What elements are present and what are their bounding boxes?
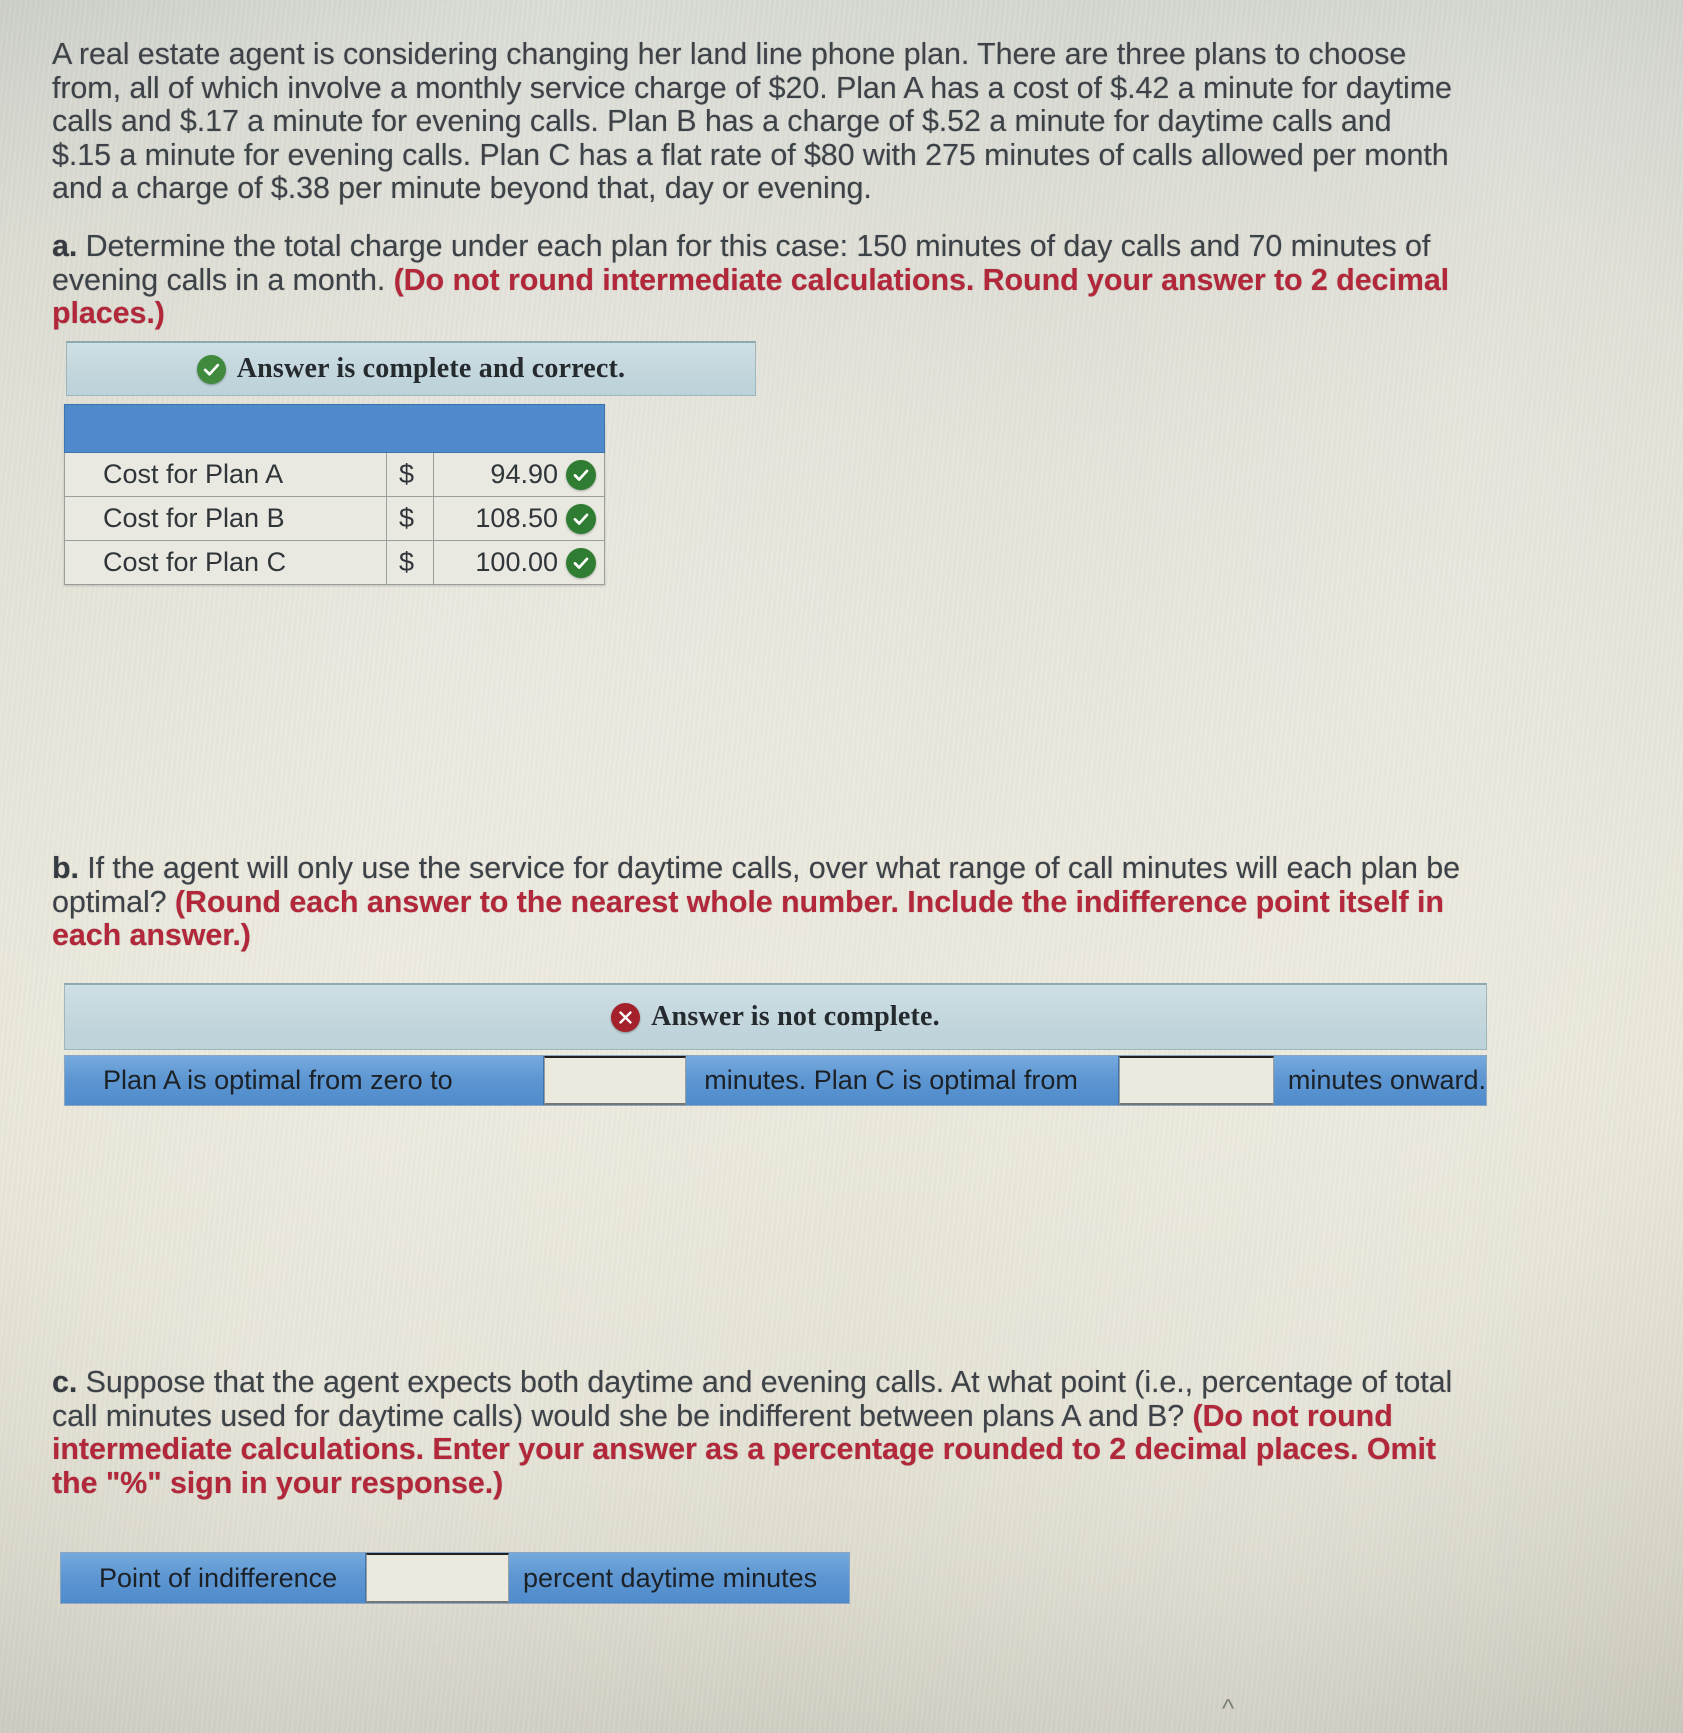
table-row: Cost for Plan C $ 100.00 bbox=[64, 540, 605, 585]
point-of-indifference-label-text: Point of indifference bbox=[99, 1562, 338, 1593]
row-currency-plan-b: $ bbox=[386, 496, 434, 541]
plan-b-cost-value: 108.50 bbox=[475, 503, 558, 533]
row-value-plan-c: 100.00 bbox=[433, 540, 605, 585]
percent-daytime-minutes-label: percent daytime minutes bbox=[509, 1553, 849, 1603]
row-label-plan-a: Cost for Plan A bbox=[64, 452, 387, 497]
part-b-status-banner: Answer is not complete. bbox=[64, 983, 1487, 1050]
table-row: Cost for Plan A $ 94.90 bbox=[64, 452, 605, 497]
part-c-answer-row: Point of indifference percent daytime mi… bbox=[60, 1552, 850, 1604]
row-currency-plan-a: $ bbox=[386, 452, 434, 497]
part-b-question: b. If the agent will only use the servic… bbox=[52, 851, 1472, 953]
percent-daytime-minutes-label-text: percent daytime minutes bbox=[523, 1562, 818, 1593]
correct-check-icon bbox=[566, 547, 596, 578]
plan-a-range-label: Plan A is optimal from zero to bbox=[65, 1056, 545, 1105]
part-b-status-text: Answer is not complete. bbox=[651, 1001, 940, 1032]
part-a-label: a. bbox=[52, 229, 78, 263]
part-a-question: a. Determine the total charge under each… bbox=[52, 229, 1452, 331]
part-a-answer-table: Cost for Plan A $ 94.90 Cost for Plan B … bbox=[64, 404, 605, 585]
table-header-cell bbox=[64, 404, 605, 453]
row-label-plan-c: Cost for Plan C bbox=[64, 540, 387, 585]
check-circle-icon bbox=[196, 354, 226, 384]
point-of-indifference-label: Point of indifference bbox=[61, 1553, 366, 1603]
row-label-plan-b: Cost for Plan B bbox=[64, 496, 387, 541]
part-b-answer-row: Plan A is optimal from zero to minutes. … bbox=[64, 1055, 1487, 1106]
plan-a-upper-bound-input[interactable] bbox=[544, 1056, 687, 1105]
table-row: Cost for Plan B $ 108.50 bbox=[64, 496, 605, 541]
part-b-label: b. bbox=[52, 851, 79, 885]
problem-intro-paragraph: A real estate agent is considering chang… bbox=[52, 37, 1452, 205]
minutes-onward-label: minutes onward. bbox=[1273, 1056, 1486, 1105]
minutes-onward-label-text: minutes onward. bbox=[1287, 1065, 1486, 1095]
plan-c-cost-value: 100.00 bbox=[475, 547, 558, 577]
plan-c-lower-bound-input[interactable] bbox=[1118, 1056, 1274, 1105]
plan-c-range-label-text: minutes. Plan C is optimal from bbox=[704, 1065, 1078, 1095]
table-header-row bbox=[64, 404, 605, 453]
correct-check-icon bbox=[566, 459, 596, 490]
part-c-question: c. Suppose that the agent expects both d… bbox=[52, 1365, 1472, 1500]
plan-c-range-label: minutes. Plan C is optimal from bbox=[686, 1056, 1119, 1105]
x-circle-icon bbox=[611, 1002, 641, 1032]
part-c-label: c. bbox=[52, 1365, 78, 1399]
part-b-instruction: (Round each answer to the nearest whole … bbox=[52, 884, 1444, 952]
row-value-plan-a: 94.90 bbox=[433, 452, 605, 497]
part-a-status-banner: Answer is complete and correct. bbox=[66, 341, 756, 396]
plan-a-cost-value: 94.90 bbox=[490, 459, 558, 489]
point-of-indifference-input[interactable] bbox=[366, 1553, 509, 1603]
row-value-plan-b: 108.50 bbox=[433, 496, 605, 541]
correct-check-icon bbox=[566, 503, 596, 534]
scroll-caret-icon: ^ bbox=[1222, 1693, 1235, 1723]
plan-a-range-label-text: Plan A is optimal from zero to bbox=[103, 1065, 453, 1095]
part-a-status-text: Answer is complete and correct. bbox=[236, 353, 626, 384]
row-currency-plan-c: $ bbox=[386, 540, 434, 585]
